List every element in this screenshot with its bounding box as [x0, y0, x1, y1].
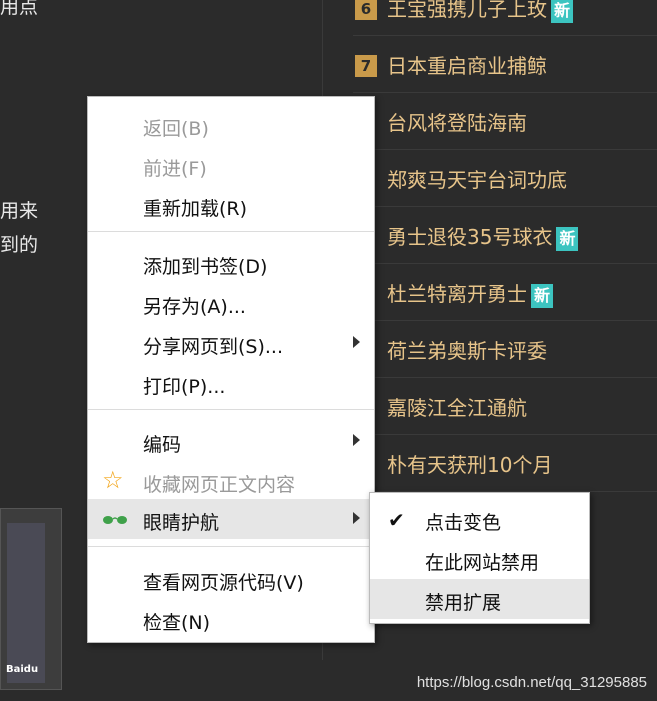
menu-item-label: 编码 [143, 434, 182, 456]
menu-item-forward[interactable]: 前进(F) [88, 145, 374, 185]
news-item[interactable]: 郑爽马天宇台词功底 [353, 150, 657, 207]
news-title[interactable]: 杜兰特离开勇士新 [387, 278, 554, 308]
news-title[interactable]: 郑爽马天宇台词功底 [387, 164, 567, 193]
submenu-arrow-icon [353, 434, 360, 446]
menu-item-print[interactable]: 打印(P)... [88, 363, 374, 403]
news-title[interactable]: 日本重启商业捕鲸 [387, 50, 547, 79]
new-badge: 新 [531, 283, 554, 308]
left-text-snippet-1: 用来 [0, 200, 39, 222]
news-item[interactable]: 朴有天获刑10个月 [353, 435, 657, 492]
menu-item-encoding[interactable]: 编码 [88, 421, 374, 461]
menu-item-label: 打印(P)... [143, 376, 226, 398]
submenu-arrow-icon [353, 512, 360, 524]
submenu-item-click-color[interactable]: ✔ 点击变色 [370, 499, 589, 539]
left-text-top: 用点 [0, 0, 39, 18]
menu-item-label: 检查(N) [143, 612, 211, 634]
news-title[interactable]: 朴有天获刑10个月 [387, 449, 552, 478]
menu-item-label: 收藏网页正文内容 [143, 474, 296, 496]
menu-item-eye-care[interactable]: 眼睛护航 [88, 499, 374, 539]
new-badge: 新 [556, 226, 579, 251]
menu-item-label: 分享网页到(S)... [143, 336, 284, 358]
thumbnail-caption: Baidu [6, 664, 39, 675]
new-badge: 新 [551, 0, 574, 23]
star-icon: ☆ [102, 466, 124, 494]
news-title-text: 勇士退役35号球衣 [387, 225, 553, 249]
left-text-snippet-2: 到的 [0, 234, 39, 256]
news-title-text: 杜兰特离开勇士 [387, 282, 527, 306]
submenu-item-label: 在此网站禁用 [425, 552, 540, 574]
news-item[interactable]: 荷兰弟奥斯卡评委 [353, 321, 657, 378]
submenu-item-label: 禁用扩展 [425, 592, 502, 614]
eye-care-submenu: ✔ 点击变色 在此网站禁用 禁用扩展 [369, 492, 590, 624]
menu-item-collect[interactable]: ☆ 收藏网页正文内容 [88, 461, 374, 501]
menu-item-label: 前进(F) [143, 158, 207, 180]
watermark-url: https://blog.csdn.net/qq_31295885 [416, 674, 647, 691]
menu-separator [88, 409, 374, 410]
menu-item-save-as[interactable]: 另存为(A)... [88, 283, 374, 323]
menu-item-add-bookmark[interactable]: 添加到书签(D) [88, 243, 374, 283]
news-title[interactable]: 台风将登陆海南 [387, 107, 527, 136]
glasses-icon [102, 512, 128, 531]
news-title[interactable]: 勇士退役35号球衣新 [387, 221, 579, 251]
submenu-item-label: 点击变色 [425, 512, 502, 534]
menu-item-reload[interactable]: 重新加载(R) [88, 185, 374, 225]
submenu-arrow-icon [353, 336, 360, 348]
menu-item-label: 重新加载(R) [143, 198, 248, 220]
menu-separator [88, 546, 374, 547]
news-item[interactable]: 勇士退役35号球衣新 [353, 207, 657, 264]
menu-item-inspect[interactable]: 检查(N) [88, 599, 374, 639]
news-item[interactable]: 7 日本重启商业捕鲸 [353, 36, 657, 93]
news-title[interactable]: 王宝强携儿子上玫新 [387, 0, 574, 23]
news-title-text: 王宝强携儿子上玫 [387, 0, 547, 21]
rank-badge: 6 [355, 0, 377, 20]
news-item[interactable]: 杜兰特离开勇士新 [353, 264, 657, 321]
menu-item-label: 眼睛护航 [143, 512, 220, 534]
news-item[interactable]: 台风将登陆海南 [353, 93, 657, 150]
context-menu: 返回(B) 前进(F) 重新加载(R) 添加到书签(D) 另存为(A)... 分… [87, 96, 375, 643]
menu-item-view-source[interactable]: 查看网页源代码(V) [88, 559, 374, 599]
checkmark-icon: ✔ [388, 508, 405, 532]
submenu-item-disable-site[interactable]: 在此网站禁用 [370, 539, 589, 579]
menu-item-label: 另存为(A)... [143, 296, 246, 318]
rank-badge: 7 [355, 55, 377, 77]
menu-item-back[interactable]: 返回(B) [88, 105, 374, 145]
menu-item-share[interactable]: 分享网页到(S)... [88, 323, 374, 363]
menu-item-label: 添加到书签(D) [143, 256, 268, 278]
menu-item-label: 查看网页源代码(V) [143, 572, 304, 594]
news-title[interactable]: 荷兰弟奥斯卡评委 [387, 335, 547, 364]
thumbnail-image [7, 523, 45, 683]
page-thumbnail[interactable] [0, 508, 62, 690]
submenu-item-disable-extension[interactable]: 禁用扩展 [370, 579, 589, 619]
news-item[interactable]: 嘉陵江全江通航 [353, 378, 657, 435]
menu-separator [88, 231, 374, 232]
news-item[interactable]: 6 王宝强携儿子上玫新 [353, 0, 657, 36]
news-title[interactable]: 嘉陵江全江通航 [387, 392, 527, 421]
menu-item-label: 返回(B) [143, 118, 209, 140]
